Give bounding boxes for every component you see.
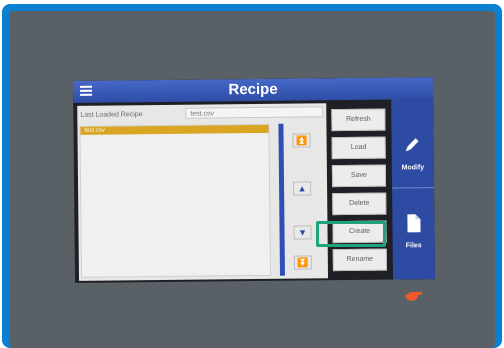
save-button[interactable]: Save — [331, 164, 387, 188]
pencil-icon — [405, 138, 419, 152]
file-icon — [407, 214, 421, 233]
recipe-list[interactable]: test.csv — [79, 123, 272, 278]
page-title: Recipe — [228, 80, 278, 99]
load-button[interactable]: Load — [331, 136, 386, 160]
page-up-icon[interactable]: ▲ — [293, 181, 312, 196]
files-button[interactable]: Files — [392, 199, 435, 259]
hmi-screen: Recipe Last Loaded Recipe test.csv test.… — [72, 77, 436, 283]
last-loaded-field: test.csv — [185, 106, 324, 119]
page-top-icon[interactable]: ⏫ — [292, 133, 311, 148]
page-bottom-icon[interactable]: ⏬ — [293, 255, 312, 270]
side-divider — [392, 187, 435, 189]
side-panel: Modify Files — [391, 99, 436, 280]
modify-button[interactable]: Modify — [391, 121, 434, 181]
refresh-button[interactable]: Refresh — [331, 108, 386, 132]
recipe-panel: Last Loaded Recipe test.csv test.csv ⏫ ▲… — [77, 103, 329, 281]
create-highlight-box — [316, 221, 386, 247]
page-down-icon[interactable]: ▼ — [293, 225, 312, 240]
last-loaded-label: Last Loaded Recipe — [80, 111, 143, 119]
list-item[interactable]: test.csv — [80, 124, 269, 135]
modify-label: Modify — [401, 164, 425, 172]
title-bar: Recipe — [72, 77, 434, 103]
files-label: Files — [405, 242, 422, 250]
hand-pointer-icon — [405, 291, 422, 301]
rename-button[interactable]: Rename — [332, 248, 387, 272]
scrollbar[interactable] — [278, 123, 286, 276]
delete-button[interactable]: Delete — [332, 192, 387, 216]
